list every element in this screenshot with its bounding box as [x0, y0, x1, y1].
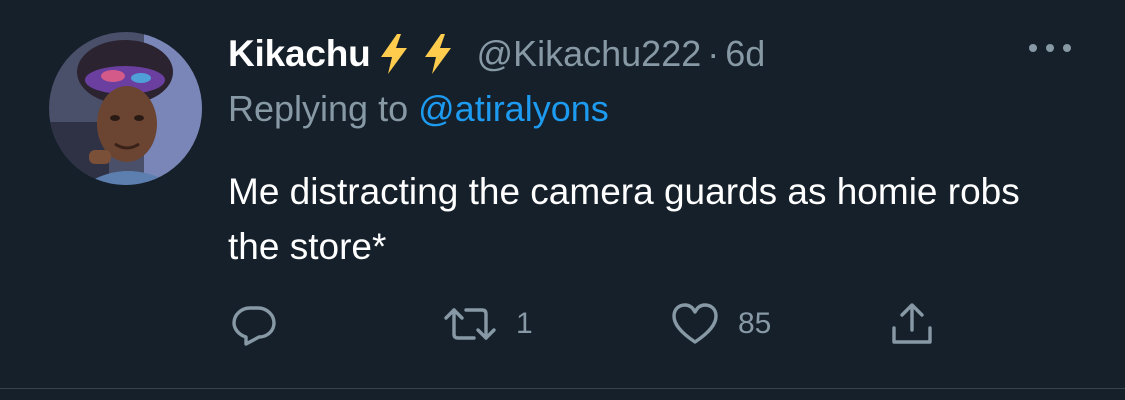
- lightning-icon: [379, 34, 409, 74]
- share-icon: [888, 300, 936, 348]
- like-count: 85: [738, 307, 772, 340]
- tweet-actions: 1 85: [228, 300, 988, 348]
- lightning-icon: [423, 34, 453, 74]
- tweet-text: Me distracting the camera guards as homi…: [228, 171, 1020, 267]
- reply-button[interactable]: [230, 300, 296, 348]
- replying-handle-link[interactable]: @atiralyons: [418, 88, 609, 129]
- retweet-count: 1: [516, 307, 533, 340]
- more-options-icon[interactable]: [1027, 38, 1073, 58]
- divider: [0, 388, 1125, 389]
- tweet-header: Kikachu @Kikachu222 · 6d: [228, 30, 765, 78]
- replying-prefix: Replying to: [228, 88, 409, 129]
- retweet-icon: [442, 300, 498, 348]
- reply-icon: [230, 300, 278, 348]
- share-button[interactable]: [888, 300, 954, 348]
- timestamp[interactable]: 6d: [725, 33, 765, 75]
- display-name[interactable]: Kikachu: [228, 33, 371, 75]
- tweet[interactable]: Kikachu @Kikachu222 · 6d Replying to @at…: [0, 0, 1125, 400]
- avatar-image: [49, 32, 202, 185]
- heart-icon: [670, 300, 720, 348]
- user-handle[interactable]: @Kikachu222: [477, 33, 702, 75]
- separator-dot: ·: [707, 33, 720, 74]
- avatar[interactable]: [49, 32, 202, 185]
- retweet-button[interactable]: 1: [442, 300, 533, 348]
- like-button[interactable]: 85: [670, 300, 771, 348]
- replying-to: Replying to @atiralyons: [228, 88, 609, 130]
